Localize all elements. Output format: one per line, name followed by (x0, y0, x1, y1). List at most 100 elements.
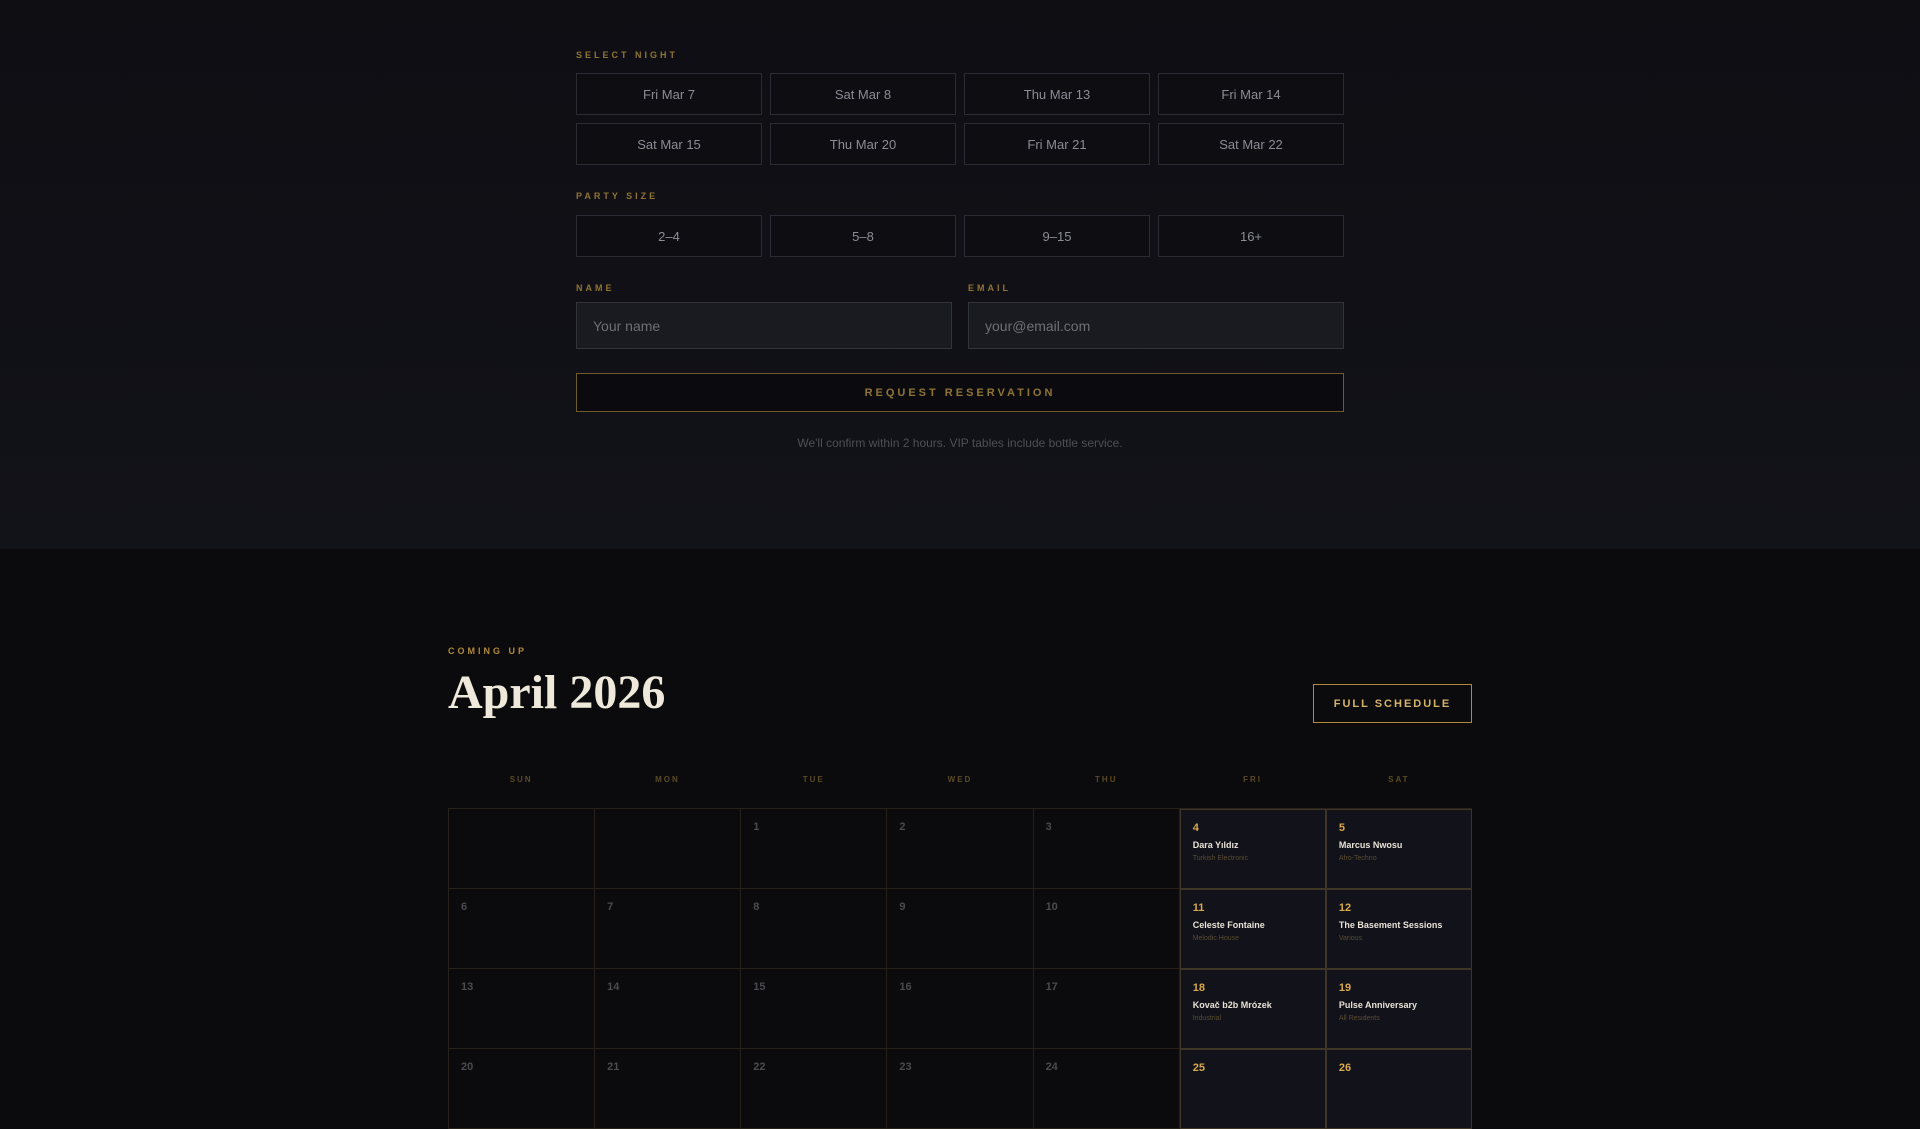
day-number: 23 (899, 1061, 912, 1073)
weekday-label: FRI (1243, 775, 1262, 784)
coming-up-label: COMING UP (448, 646, 528, 656)
night-option[interactable]: Fri Mar 7 (576, 73, 762, 115)
calendar-section: COMING UP April 2026 FULL SCHEDULE SUN M… (0, 549, 1920, 1129)
calendar-day-cell: 15 (741, 969, 888, 1049)
day-number: 25 (1192, 1062, 1205, 1074)
night-option[interactable]: Fri Mar 21 (964, 123, 1150, 165)
party-size-option[interactable]: 5–8 (770, 215, 956, 257)
request-reservation-button[interactable]: REQUEST RESERVATION (576, 373, 1344, 412)
party-size-option[interactable]: 2–4 (576, 215, 762, 257)
month-title: April 2026 (448, 666, 666, 719)
day-number: 3 (1045, 821, 1052, 833)
calendar-day-cell: 7 (595, 889, 742, 969)
weekday-label: MON (655, 775, 680, 784)
day-number: 13 (461, 981, 474, 993)
event-genre: Turkish Electronic (1192, 855, 1249, 862)
calendar-day-cell: 8 (741, 889, 888, 969)
calendar-day-cell: 16 (887, 969, 1034, 1049)
event-title: Pulse Anniversary (1338, 1000, 1418, 1010)
event-genre: Industrial (1192, 1015, 1222, 1022)
event-title: Kovač b2b Mrózek (1192, 1000, 1272, 1010)
party-size-label: PARTY SIZE (576, 191, 659, 201)
night-option[interactable]: Thu Mar 20 (770, 123, 956, 165)
event-title: Marcus Nwosu (1338, 840, 1403, 850)
email-label: EMAIL (968, 283, 1011, 293)
event-genre: Various (1338, 935, 1363, 942)
calendar-day-cell: 14 (595, 969, 742, 1049)
day-number: 5 (1338, 822, 1345, 834)
calendar-day-cell: 10 (1033, 889, 1180, 969)
event-genre: All Residents (1338, 1015, 1380, 1022)
calendar-day-cell (595, 809, 742, 889)
calendar-day-cell: 6 (449, 889, 596, 969)
calendar-event-cell[interactable]: 11 Celeste Fontaine Melodic House (1179, 889, 1326, 969)
calendar-event-cell[interactable]: 5 Marcus Nwosu Afro-Techno (1325, 809, 1472, 889)
party-size-option[interactable]: 16+ (1158, 215, 1344, 257)
select-night-label: SELECT NIGHT (576, 50, 679, 60)
email-input[interactable] (968, 302, 1344, 349)
calendar-day-cell: 24 (1033, 1049, 1180, 1129)
calendar-day-cell: 9 (887, 889, 1034, 969)
calendar-day-cell: 1 (741, 809, 888, 889)
day-number: 22 (753, 1061, 766, 1073)
day-number: 24 (1045, 1061, 1058, 1073)
day-number: 16 (899, 981, 912, 993)
party-size-options: 2–4 5–8 9–15 16+ (576, 215, 1344, 257)
calendar-day-cell: 22 (741, 1049, 888, 1129)
night-option[interactable]: Thu Mar 13 (964, 73, 1150, 115)
day-number: 21 (607, 1061, 620, 1073)
name-label: NAME (576, 283, 615, 293)
event-genre: Melodic House (1192, 935, 1240, 942)
weekday-header: SUN MON TUE WED THU FRI SAT (448, 775, 1472, 784)
day-number: 12 (1338, 902, 1352, 914)
calendar-day-cell: 17 (1033, 969, 1180, 1049)
calendar-day-cell (449, 809, 596, 889)
day-number: 4 (1192, 822, 1199, 834)
event-genre: Afro-Techno (1338, 855, 1377, 862)
day-number: 8 (753, 901, 760, 913)
night-option[interactable]: Sat Mar 22 (1158, 123, 1344, 165)
calendar-day-cell: 21 (595, 1049, 742, 1129)
calendar-grid: 1 2 3 4 Dara Yıldız Turkish Electronic 5 Marcus… (448, 808, 1472, 1129)
weekday-label: TUE (802, 775, 825, 784)
event-title: Celeste Fontaine (1192, 920, 1265, 930)
day-number: 14 (607, 981, 620, 993)
name-input[interactable] (576, 302, 952, 349)
day-number: 6 (461, 901, 468, 913)
calendar-day-cell: 3 (1033, 809, 1180, 889)
calendar-event-cell[interactable]: 19 Pulse Anniversary All Residents (1325, 969, 1472, 1049)
day-number: 7 (607, 901, 614, 913)
calendar-event-cell[interactable]: 12 The Basement Sessions Various (1325, 889, 1472, 969)
event-title: The Basement Sessions (1338, 920, 1443, 930)
calendar-day-cell: 2 (887, 809, 1034, 889)
calendar-event-cell[interactable]: 25 (1179, 1049, 1326, 1129)
calendar-day-cell: 23 (887, 1049, 1034, 1129)
day-number: 19 (1338, 982, 1352, 994)
day-number: 9 (899, 901, 906, 913)
day-number: 26 (1338, 1062, 1352, 1074)
calendar-event-cell[interactable]: 26 (1325, 1049, 1472, 1129)
reservation-section: SELECT NIGHT Fri Mar 7 Sat Mar 8 Thu Mar… (0, 0, 1920, 549)
weekday-label: SAT (1388, 775, 1410, 784)
calendar-day-cell: 13 (449, 969, 596, 1049)
day-number: 15 (753, 981, 766, 993)
night-option[interactable]: Sat Mar 15 (576, 123, 762, 165)
day-number: 20 (461, 1061, 474, 1073)
night-options: Fri Mar 7 Sat Mar 8 Thu Mar 13 Fri Mar 1… (576, 73, 1344, 165)
weekday-label: SUN (509, 775, 533, 784)
calendar-event-cell[interactable]: 18 Kovač b2b Mrózek Industrial (1179, 969, 1326, 1049)
night-option[interactable]: Sat Mar 8 (770, 73, 956, 115)
weekday-label: THU (1095, 775, 1118, 784)
day-number: 1 (753, 821, 760, 833)
day-number: 10 (1045, 901, 1058, 913)
day-number: 18 (1192, 982, 1205, 994)
night-option[interactable]: Fri Mar 14 (1158, 73, 1344, 115)
calendar-event-cell[interactable]: 4 Dara Yıldız Turkish Electronic (1179, 809, 1326, 889)
day-number: 11 (1192, 902, 1205, 914)
event-title: Dara Yıldız (1192, 840, 1239, 850)
day-number: 17 (1045, 981, 1058, 993)
day-number: 2 (899, 821, 906, 833)
full-schedule-button[interactable]: FULL SCHEDULE (1313, 684, 1472, 723)
confirmation-note: We'll confirm within 2 hours. VIP tables… (797, 436, 1123, 450)
party-size-option[interactable]: 9–15 (964, 215, 1150, 257)
